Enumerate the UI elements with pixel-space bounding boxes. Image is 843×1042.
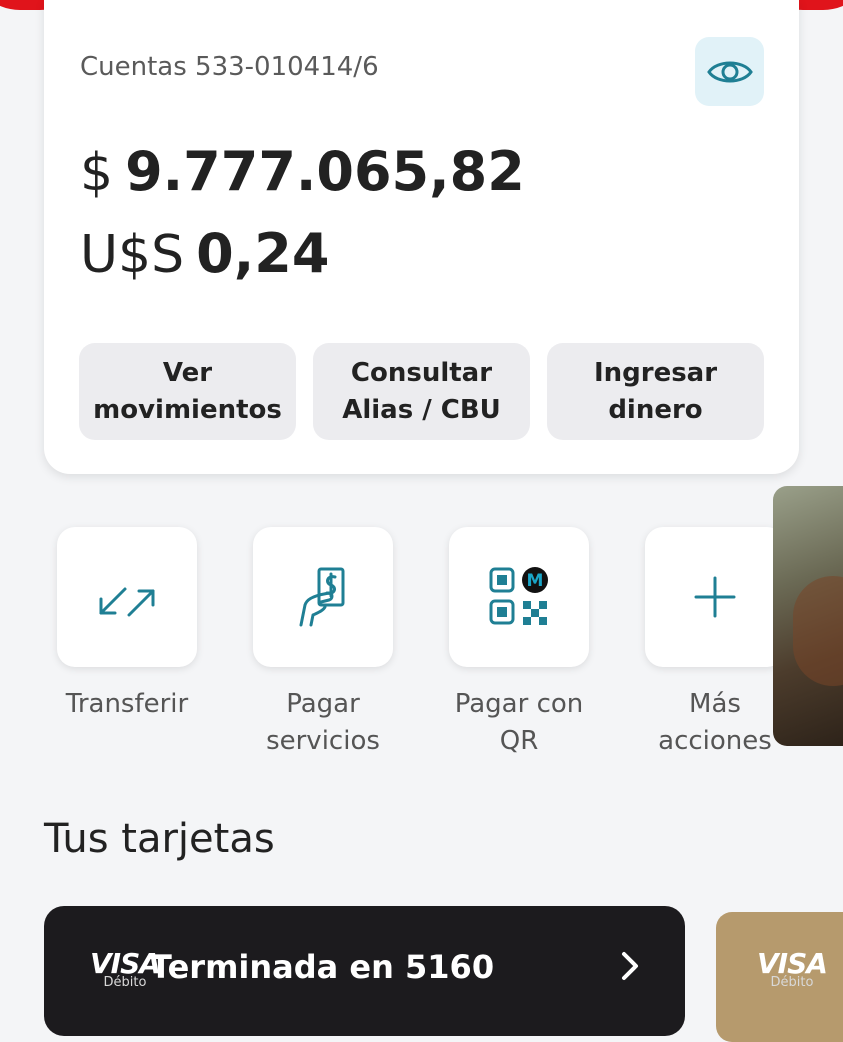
amount-ars: 9.777.065,82 bbox=[125, 140, 525, 203]
visa-card-type-gold: Débito bbox=[770, 975, 814, 990]
visa-logo-gold: VISA Débito bbox=[757, 947, 828, 990]
view-movements-button[interactable]: Ver movimientos bbox=[79, 343, 296, 440]
qr-code-icon: M bbox=[489, 567, 548, 625]
plus-icon bbox=[694, 576, 736, 618]
more-actions-button[interactable] bbox=[645, 527, 785, 667]
balance-ars: $ 9.777.065,82 bbox=[80, 140, 525, 203]
svg-text:M: M bbox=[527, 571, 544, 591]
account-title: Cuentas 533-010414/6 bbox=[80, 52, 379, 82]
pay-services-label: Pagar servicios bbox=[266, 689, 380, 756]
toggle-balance-visibility-button[interactable] bbox=[695, 37, 764, 106]
cards-section-title: Tus tarjetas bbox=[44, 816, 275, 862]
balance-usd: U$S 0,24 bbox=[80, 222, 329, 285]
amount-usd: 0,24 bbox=[196, 222, 330, 285]
eye-icon bbox=[706, 61, 753, 82]
card-label: Terminada en 5160 bbox=[150, 948, 495, 986]
visa-brand-gold: VISA bbox=[757, 947, 828, 980]
pay-with-qr-button[interactable]: M bbox=[449, 527, 589, 667]
deposit-money-button[interactable]: Ingresar dinero bbox=[547, 343, 764, 440]
transfer-label: Transferir bbox=[65, 689, 189, 719]
visa-card-type: Débito bbox=[103, 975, 147, 990]
chevron-right-icon bbox=[618, 948, 642, 988]
account-card: Cuentas 533-010414/6 $ 9.777.065,82 U$S … bbox=[44, 0, 799, 474]
currency-usd: U$S bbox=[80, 225, 185, 285]
pay-services-button[interactable] bbox=[253, 527, 393, 667]
transfer-arrows-icon bbox=[99, 587, 155, 617]
promo-banner-image[interactable] bbox=[773, 486, 843, 746]
transfer-button[interactable] bbox=[57, 527, 197, 667]
pay-bill-hand-icon bbox=[299, 567, 345, 627]
pay-with-qr-label: Pagar con QR bbox=[454, 689, 584, 756]
currency-ars: $ bbox=[80, 143, 114, 203]
alias-cbu-button[interactable]: Consultar Alias / CBU bbox=[313, 343, 530, 440]
